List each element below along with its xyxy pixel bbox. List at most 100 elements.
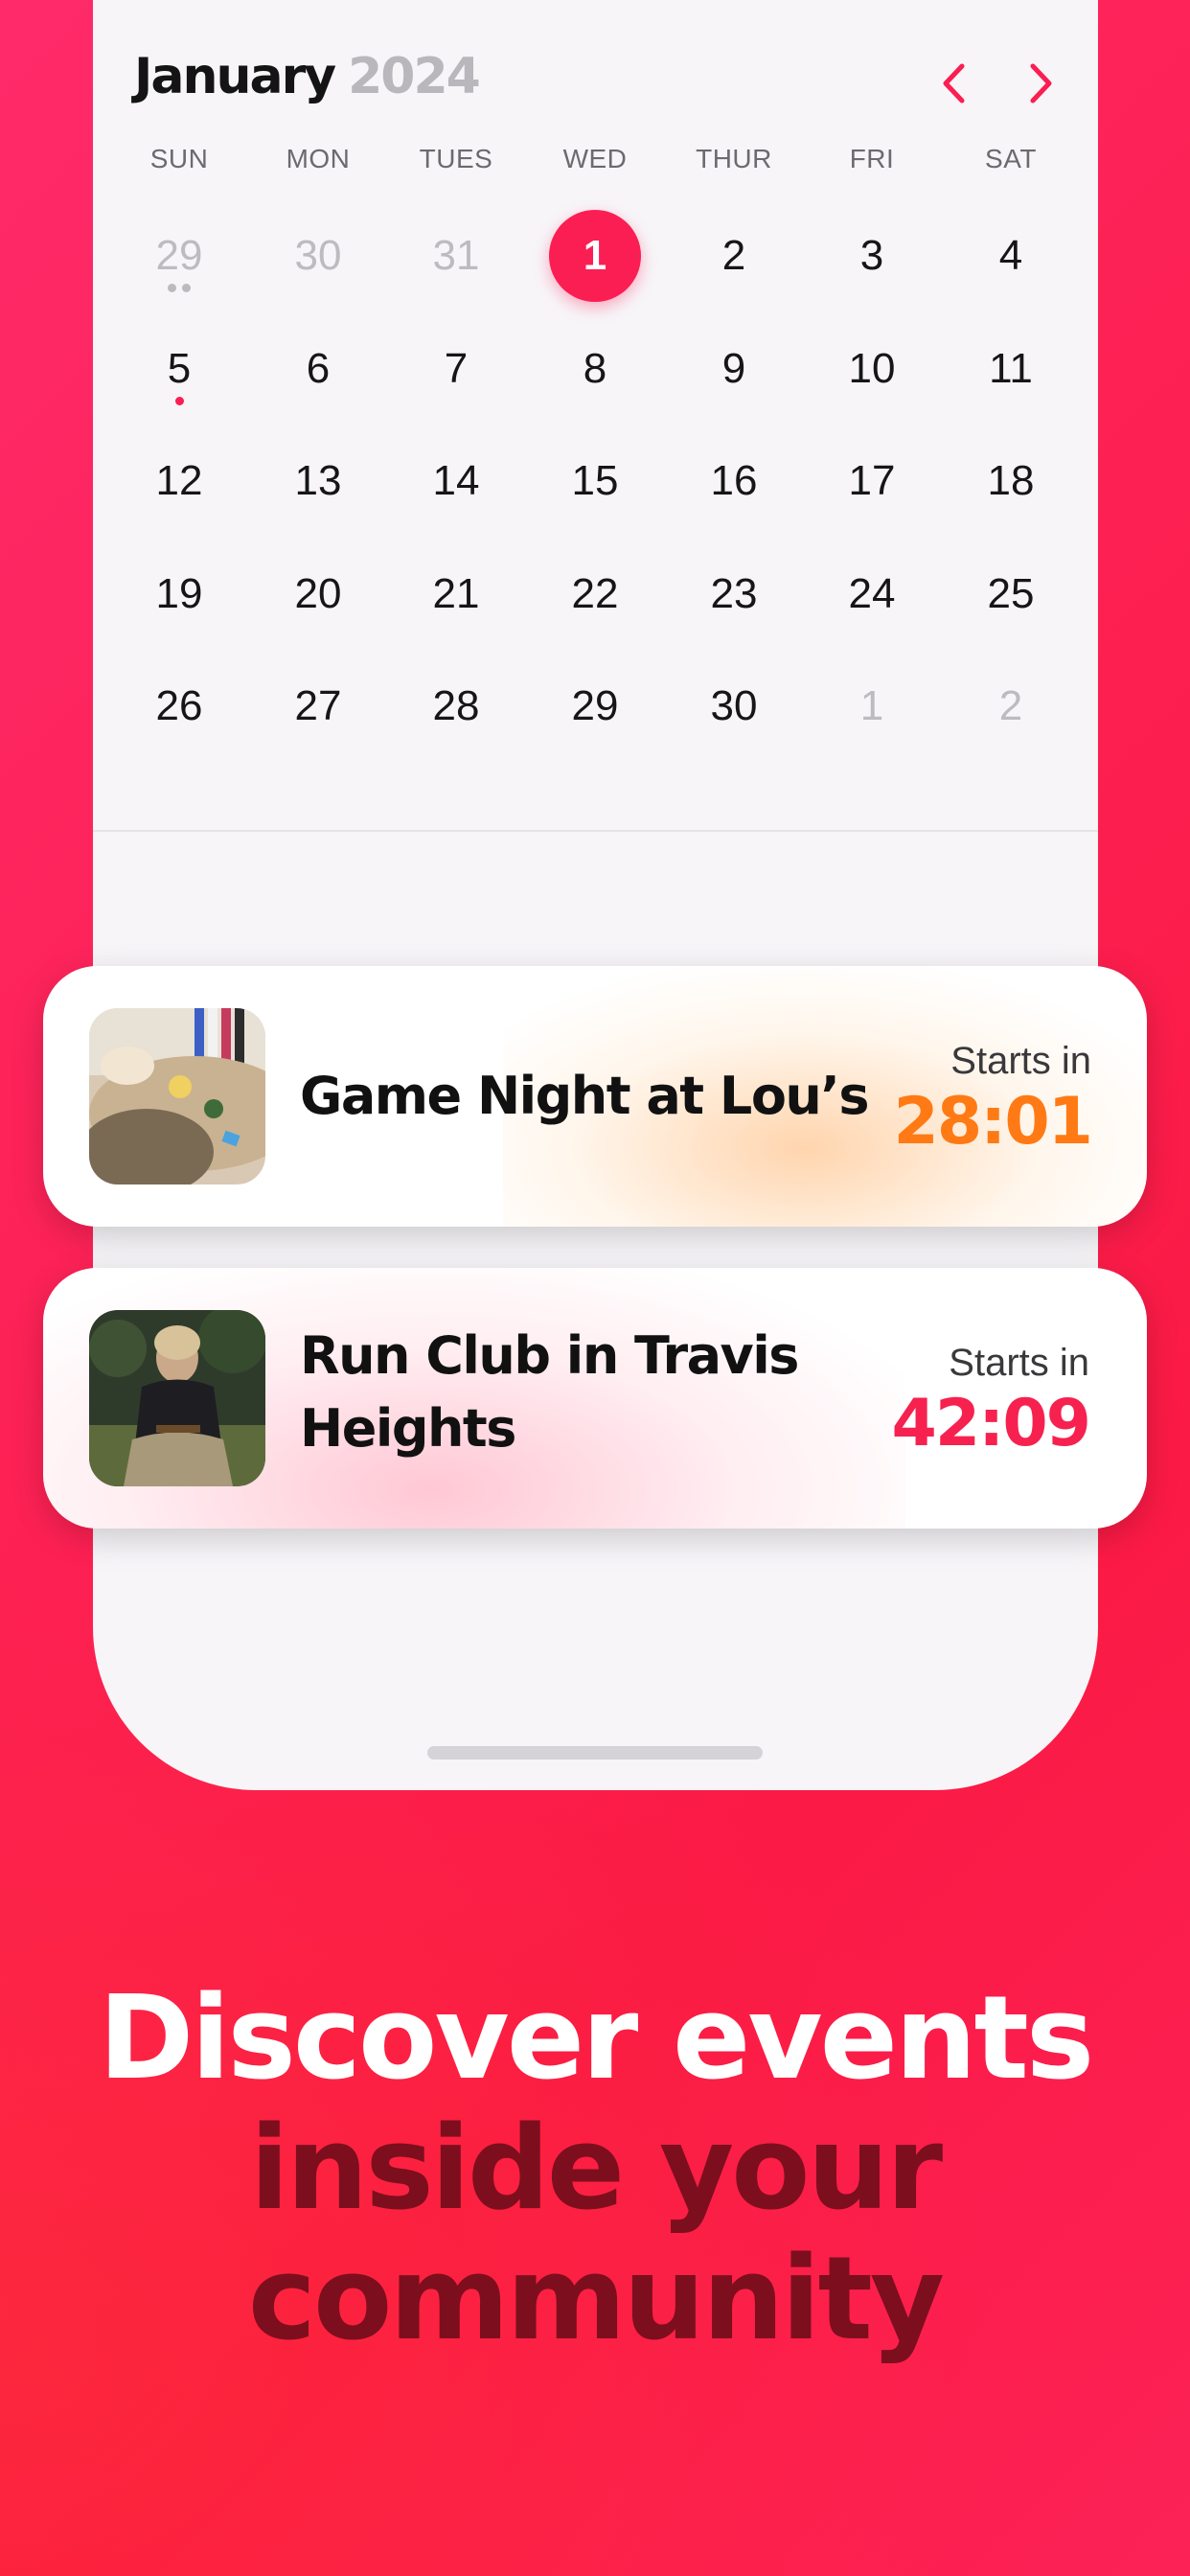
headline-line-1: Discover events	[98, 1972, 1095, 2105]
day-number: 24	[848, 570, 896, 617]
countdown-time: 42:09	[891, 1386, 1091, 1461]
calendar-day[interactable]: 22	[542, 541, 648, 647]
starts-in-label: Starts in	[949, 1342, 1089, 1384]
day-number: 13	[294, 457, 342, 504]
calendar-day[interactable]: 6	[265, 316, 371, 422]
weekday-tue: TUES	[419, 144, 493, 173]
day-number: 17	[848, 457, 896, 504]
event-thumbnail	[89, 1310, 265, 1486]
countdown-time: 28:01	[893, 1084, 1093, 1160]
previous-month-button[interactable]	[925, 50, 982, 117]
day-number: 29	[571, 682, 619, 729]
calendar-day[interactable]: 5	[126, 316, 232, 422]
calendar-day[interactable]: 2	[958, 654, 1064, 759]
day-number: 15	[571, 457, 619, 504]
calendar-year: 2024	[348, 48, 481, 105]
day-number: 2	[998, 682, 1023, 729]
day-number: 7	[444, 345, 469, 392]
calendar-day[interactable]: 16	[681, 428, 787, 534]
calendar-day[interactable]: 1	[819, 654, 925, 759]
day-number: 23	[710, 570, 758, 617]
calendar-day[interactable]: 4	[958, 203, 1064, 309]
day-number: 3	[859, 232, 884, 279]
calendar-day[interactable]: 19	[126, 541, 232, 647]
calendar-day-selected[interactable]: 1	[542, 203, 648, 309]
day-number: 1	[583, 232, 607, 279]
headline: Discover events inside your community	[0, 1974, 1190, 2365]
calendar-divider	[93, 830, 1098, 832]
chevron-left-icon	[943, 63, 965, 104]
day-number: 30	[710, 682, 758, 729]
weekday-sun: SUN	[149, 144, 209, 173]
calendar-day[interactable]: 25	[958, 541, 1064, 647]
day-number: 18	[987, 457, 1035, 504]
calendar-day[interactable]: 21	[403, 541, 509, 647]
calendar-month: January	[134, 48, 336, 105]
calendar-day[interactable]: 2	[681, 203, 787, 309]
calendar-day[interactable]: 17	[819, 428, 925, 534]
calendar-day[interactable]: 26	[126, 654, 232, 759]
day-number: 19	[155, 570, 203, 617]
calendar-day[interactable]: 9	[681, 316, 787, 422]
home-indicator[interactable]	[427, 1746, 763, 1760]
weekday-mon: MON	[286, 144, 351, 173]
calendar-day[interactable]: 18	[958, 428, 1064, 534]
day-number: 1	[859, 682, 884, 729]
calendar-day[interactable]: 12	[126, 428, 232, 534]
day-number: 21	[432, 570, 480, 617]
calendar-day[interactable]: 3	[819, 203, 925, 309]
weekday-thu: THUR	[696, 144, 772, 173]
calendar-day[interactable]: 29	[126, 203, 232, 309]
calendar-day[interactable]: 30	[681, 654, 787, 759]
day-number: 28	[432, 682, 480, 729]
day-number: 8	[583, 345, 607, 392]
day-number: 5	[167, 345, 192, 392]
calendar-day[interactable]: 27	[265, 654, 371, 759]
event-dot	[168, 284, 176, 292]
event-countdown: Starts in 42:09	[891, 1340, 1091, 1462]
calendar-day[interactable]: 11	[958, 316, 1064, 422]
day-number: 6	[306, 345, 331, 392]
day-number: 11	[989, 345, 1033, 392]
headline-line-2: inside your	[249, 2103, 943, 2236]
day-number: 9	[721, 345, 746, 392]
calendar-title: January 2024	[134, 48, 481, 115]
day-number: 4	[998, 232, 1023, 279]
headline-line-3: community	[247, 2233, 945, 2366]
event-title: Game Night at Lou’s	[300, 1066, 870, 1126]
calendar-day[interactable]: 28	[403, 654, 509, 759]
day-number: 25	[987, 570, 1035, 617]
day-number: 14	[432, 457, 480, 504]
calendar-day[interactable]: 15	[542, 428, 648, 534]
event-dots	[126, 397, 232, 405]
weekday-wed: WED	[562, 144, 628, 173]
calendar-day[interactable]: 29	[542, 654, 648, 759]
day-number: 30	[294, 232, 342, 279]
weekday-sat: SAT	[985, 144, 1037, 173]
event-card[interactable]: Run Club in Travis Heights Starts in 42:…	[43, 1268, 1147, 1529]
day-number: 12	[155, 457, 203, 504]
calendar-day[interactable]: 30	[265, 203, 371, 309]
calendar-day[interactable]: 23	[681, 541, 787, 647]
day-number: 10	[848, 345, 896, 392]
calendar-day[interactable]: 31	[403, 203, 509, 309]
day-number: 20	[294, 570, 342, 617]
event-dot	[174, 397, 184, 405]
event-card[interactable]: Game Night at Lou’s Starts in 28:01	[43, 966, 1147, 1227]
calendar-day[interactable]: 10	[819, 316, 925, 422]
calendar-day[interactable]: 7	[403, 316, 509, 422]
calendar-day[interactable]: 14	[403, 428, 509, 534]
calendar-day[interactable]: 24	[819, 541, 925, 647]
day-number: 29	[155, 232, 203, 279]
day-number: 2	[721, 232, 746, 279]
event-title: Run Club in Travis Heights	[300, 1325, 799, 1459]
weekday-fri: FRI	[849, 144, 895, 173]
calendar-day[interactable]: 8	[542, 316, 648, 422]
day-number: 26	[155, 682, 203, 729]
next-month-button[interactable]	[1013, 50, 1070, 117]
day-number: 22	[571, 570, 619, 617]
calendar-day[interactable]: 13	[265, 428, 371, 534]
calendar-day[interactable]: 20	[265, 541, 371, 647]
starts-in-label: Starts in	[950, 1040, 1091, 1082]
weekday-header: SUN MON TUES WED THUR FRI SAT	[93, 144, 1098, 182]
